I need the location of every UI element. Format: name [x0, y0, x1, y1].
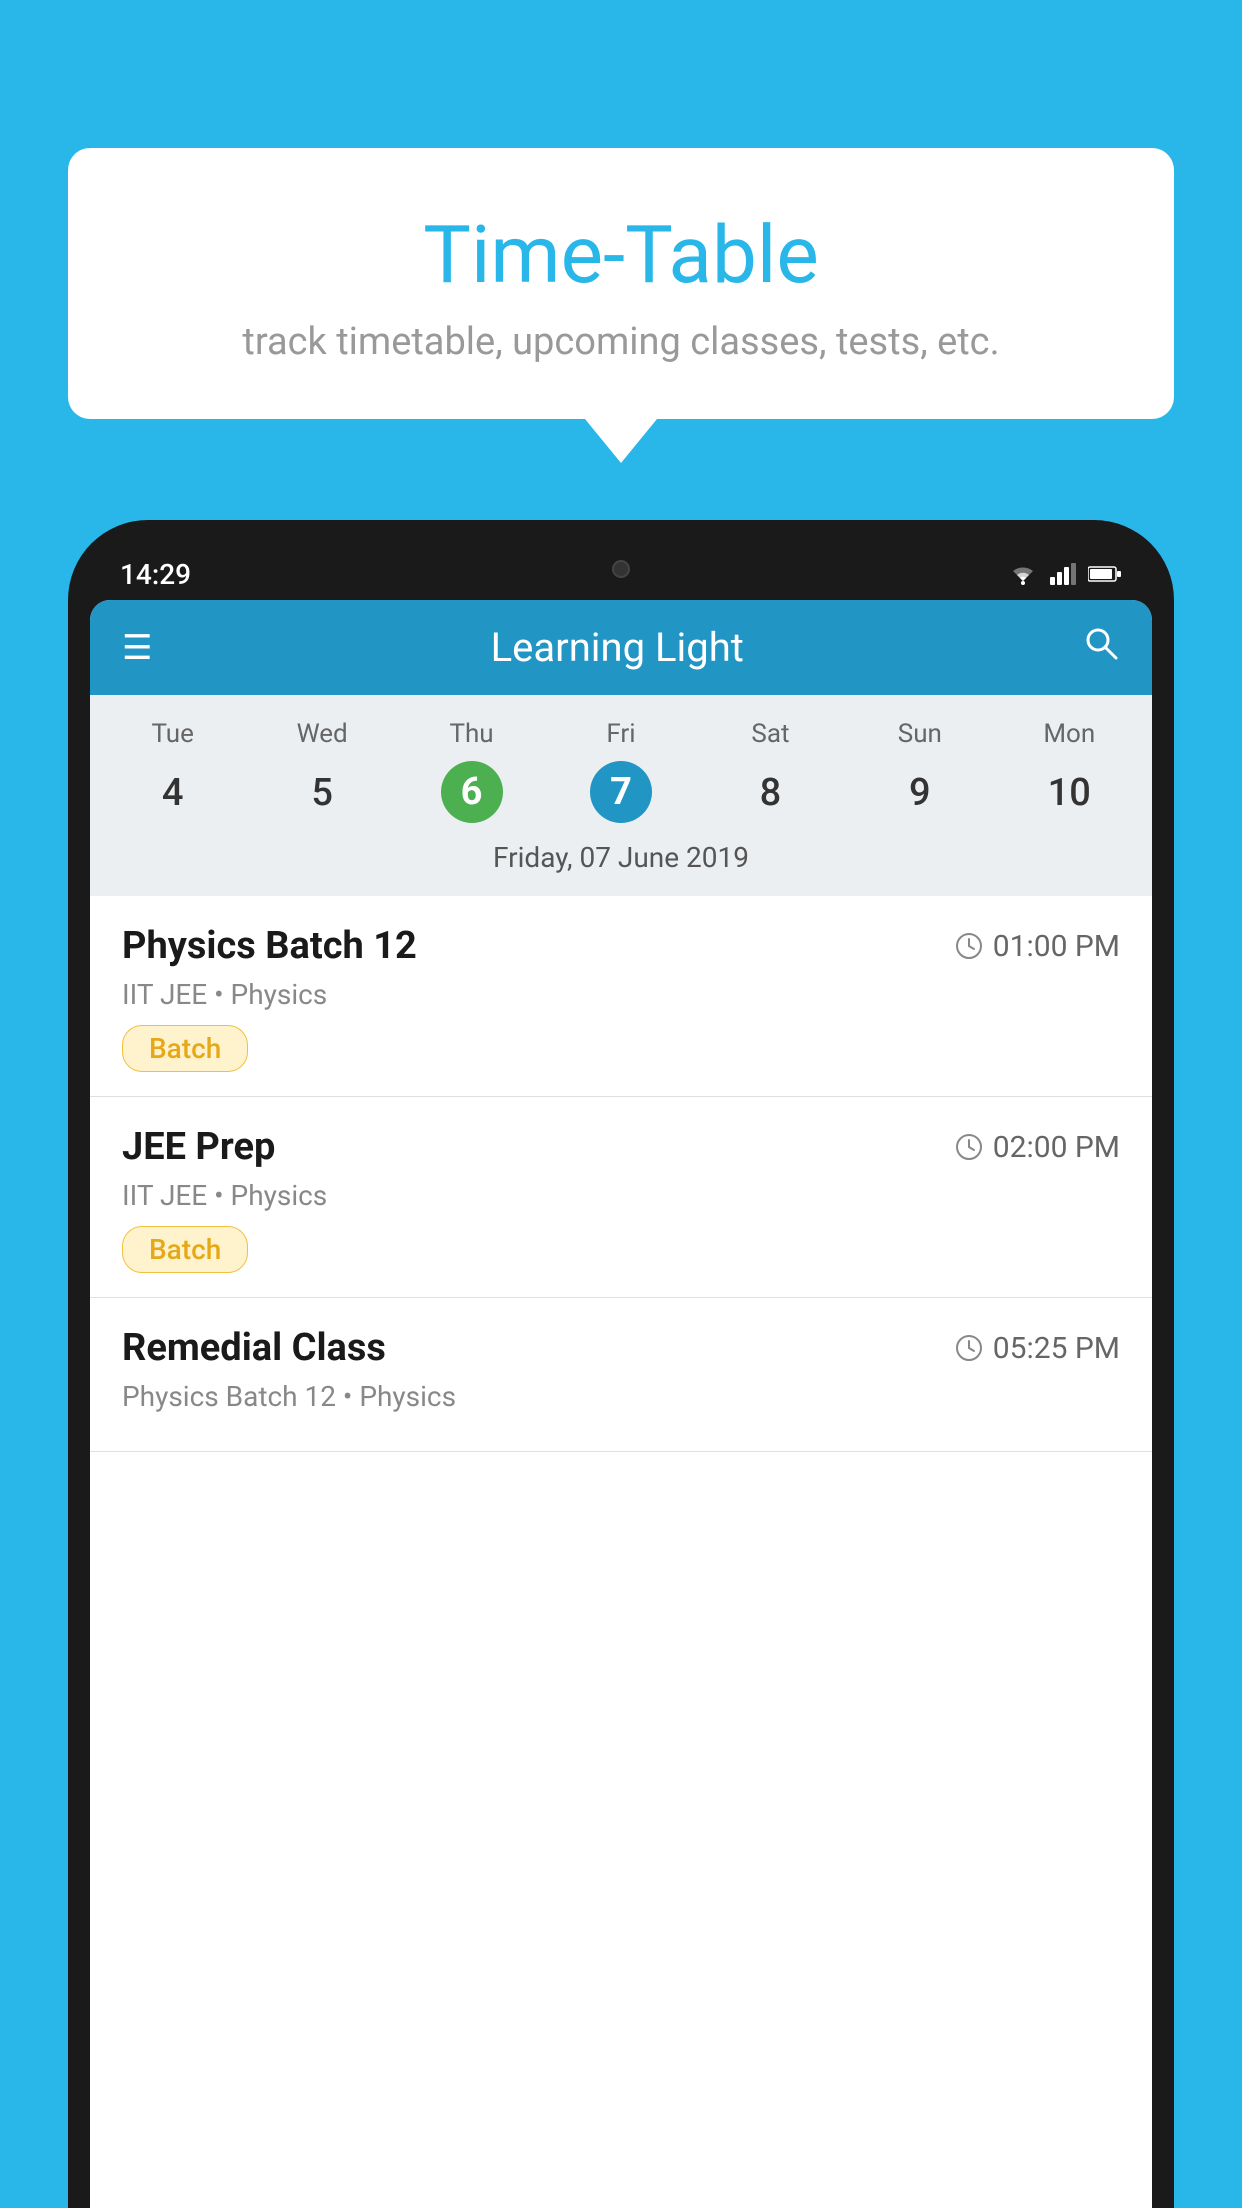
clock-icon-3	[955, 1334, 983, 1362]
schedule-item-3-title: Remedial Class	[122, 1326, 386, 1370]
notch	[561, 548, 681, 590]
status-time: 14:29	[120, 558, 191, 591]
schedule-item-3-meta: Physics Batch 12 • Physics	[122, 1380, 1120, 1413]
schedule-item-1-title: Physics Batch 12	[122, 924, 417, 968]
schedule-item-2-badge: Batch	[122, 1226, 248, 1273]
day-4[interactable]: 4	[98, 761, 247, 825]
schedule-item-3-top: Remedial Class 05:25 PM	[122, 1326, 1120, 1370]
app-title: Learning Light	[491, 624, 744, 671]
camera	[612, 560, 630, 578]
signal-icon	[1050, 563, 1076, 585]
schedule-item-2-title: JEE Prep	[122, 1125, 275, 1169]
schedule-item-2-meta: IIT JEE • Physics	[122, 1179, 1120, 1212]
schedule-item-1-meta: IIT JEE • Physics	[122, 978, 1120, 1011]
day-9[interactable]: 9	[845, 761, 994, 825]
calendar-section: Tue Wed Thu Fri Sat Sun Mon 4 5 6 7 8 9 …	[90, 695, 1152, 896]
tooltip-title: Time-Table	[118, 208, 1124, 302]
battery-icon	[1088, 565, 1122, 583]
clock-icon-1	[955, 932, 983, 960]
schedule-item-1[interactable]: Physics Batch 12 01:00 PM IIT JEE • Phys…	[90, 896, 1152, 1097]
day-7-selected[interactable]: 7	[590, 761, 652, 823]
day-6-today[interactable]: 6	[441, 761, 503, 823]
app-header: ☰ Learning Light	[90, 600, 1152, 695]
selected-date-label: Friday, 07 June 2019	[90, 831, 1152, 888]
schedule-item-1-badge: Batch	[122, 1025, 248, 1072]
day-10[interactable]: 10	[995, 761, 1144, 825]
day-name-wed: Wed	[247, 713, 396, 755]
day-name-mon: Mon	[995, 713, 1144, 755]
schedule-item-1-top: Physics Batch 12 01:00 PM	[122, 924, 1120, 968]
day-names-row: Tue Wed Thu Fri Sat Sun Mon	[90, 713, 1152, 755]
schedule-item-2-time: 02:00 PM	[955, 1130, 1120, 1165]
phone-screen: ☰ Learning Light Tue Wed Thu Fri Sat Sun…	[90, 600, 1152, 2208]
day-name-sun: Sun	[845, 713, 994, 755]
phone-frame: 14:29	[68, 520, 1174, 2208]
day-name-thu: Thu	[397, 713, 546, 755]
day-name-sat: Sat	[696, 713, 845, 755]
day-name-fri: Fri	[546, 713, 695, 755]
schedule-item-2-top: JEE Prep 02:00 PM	[122, 1125, 1120, 1169]
tooltip-card: Time-Table track timetable, upcoming cla…	[68, 148, 1174, 419]
hamburger-icon[interactable]: ☰	[122, 628, 152, 668]
clock-icon-2	[955, 1133, 983, 1161]
search-icon[interactable]	[1082, 624, 1120, 671]
day-name-tue: Tue	[98, 713, 247, 755]
schedule-item-2[interactable]: JEE Prep 02:00 PM IIT JEE • Physics Batc…	[90, 1097, 1152, 1298]
schedule-item-3-time: 05:25 PM	[955, 1331, 1120, 1366]
schedule-item-1-time: 01:00 PM	[955, 929, 1120, 964]
tooltip-subtitle: track timetable, upcoming classes, tests…	[118, 320, 1124, 364]
day-5[interactable]: 5	[247, 761, 396, 825]
schedule-item-3[interactable]: Remedial Class 05:25 PM Physics Batch 12…	[90, 1298, 1152, 1452]
day-8[interactable]: 8	[696, 761, 845, 825]
status-icons	[1008, 563, 1122, 585]
wifi-icon	[1008, 563, 1038, 585]
schedule-list: Physics Batch 12 01:00 PM IIT JEE • Phys…	[90, 896, 1152, 1452]
day-numbers-row: 4 5 6 7 8 9 10	[90, 755, 1152, 831]
status-bar: 14:29	[90, 548, 1152, 600]
